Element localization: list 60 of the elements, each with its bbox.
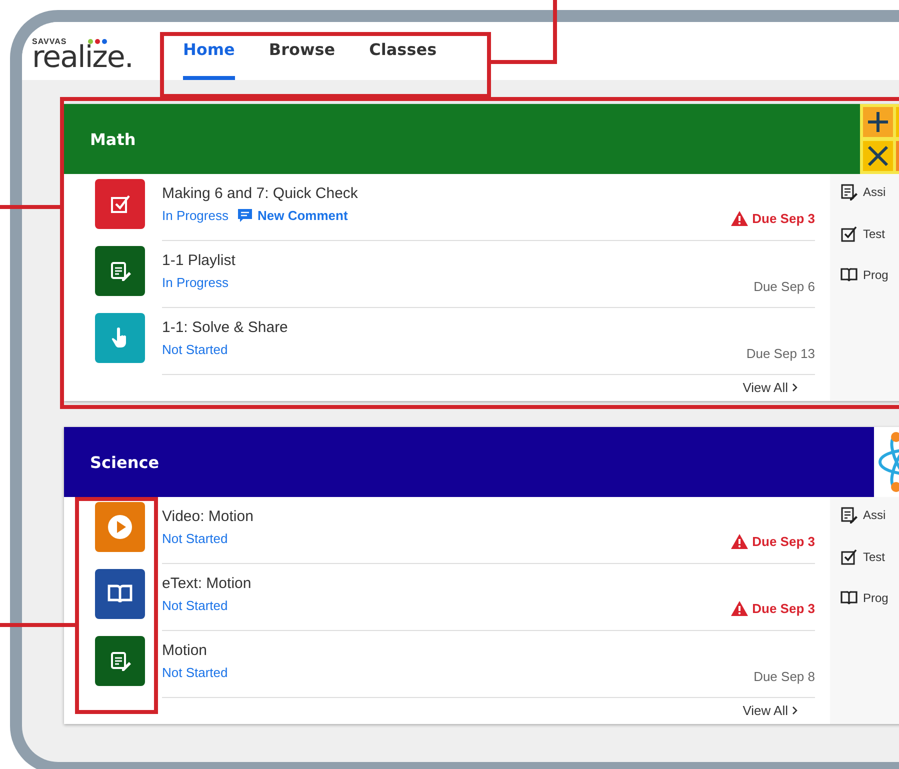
assignment-title[interactable]: Making 6 and 7: Quick Check xyxy=(162,185,815,202)
document-pencil-icon xyxy=(109,650,131,672)
book-icon xyxy=(840,267,858,283)
document-pencil-icon xyxy=(840,183,858,201)
color-dots-icon xyxy=(88,39,107,44)
playlist-tile[interactable] xyxy=(95,636,145,686)
etext-tile[interactable] xyxy=(95,569,145,619)
warning-icon xyxy=(731,211,748,226)
brand-name: SAVVAS xyxy=(32,38,67,46)
assignment-title[interactable]: eText: Motion xyxy=(162,575,815,592)
course-title: Math xyxy=(90,130,137,148)
nav-tab[interactable]: Classes xyxy=(369,22,437,80)
warning-icon xyxy=(731,601,748,616)
checkbox-icon xyxy=(840,225,858,243)
due-date: Due Sep 6 xyxy=(754,278,815,294)
overdue-date: Due Sep 3 xyxy=(731,601,815,616)
side-link[interactable]: Test xyxy=(863,550,886,564)
overdue-date: Due Sep 3 xyxy=(731,534,815,549)
side-link[interactable]: Assi xyxy=(863,185,886,199)
status-text: Not Started xyxy=(162,598,228,613)
nav-tab[interactable]: Browse xyxy=(268,22,336,80)
quiz-tile[interactable] xyxy=(95,179,145,229)
assignment-title[interactable]: Motion xyxy=(162,642,815,659)
book-icon xyxy=(107,583,133,605)
side-link[interactable]: Test xyxy=(863,227,886,241)
status-text: In Progress xyxy=(162,275,228,290)
checkbox-icon xyxy=(109,193,131,215)
play-icon xyxy=(107,514,133,540)
status-text: Not Started xyxy=(162,342,228,357)
chevron-right-icon xyxy=(792,706,798,715)
due-date: Due Sep 13 xyxy=(746,346,815,360)
course-title: Science xyxy=(90,452,160,472)
status-text: Not Started xyxy=(162,531,228,546)
assignment-title[interactable]: Video: Motion xyxy=(162,508,815,525)
side-link[interactable]: Assi xyxy=(863,508,886,522)
document-pencil-icon xyxy=(109,260,131,282)
nav-tab[interactable]: Home xyxy=(183,22,235,80)
checkbox-icon xyxy=(840,548,858,566)
status-text: In Progress xyxy=(162,208,228,223)
leader-line xyxy=(0,205,60,209)
assignment-title[interactable]: 1-1: Solve & Share xyxy=(162,319,815,336)
playlist-tile[interactable] xyxy=(95,246,145,296)
assignment-title[interactable]: 1-1 Playlist xyxy=(162,252,815,269)
side-link[interactable]: Prog xyxy=(863,591,888,605)
warning-icon xyxy=(731,534,748,549)
logo-text: realize. xyxy=(32,46,134,70)
view-all-link[interactable]: View All xyxy=(742,703,788,718)
chevron-right-icon xyxy=(792,383,798,392)
interactive-tile[interactable] xyxy=(95,313,145,363)
leader-line xyxy=(490,0,557,64)
status-text: Not Started xyxy=(162,665,228,680)
document-pencil-icon xyxy=(840,506,858,524)
comment-link[interactable]: New Comment xyxy=(238,208,348,223)
due-date: Due Sep 8 xyxy=(754,668,815,684)
side-link[interactable]: Prog xyxy=(863,268,888,282)
book-icon xyxy=(840,590,858,606)
overdue-date: Due Sep 3 xyxy=(731,211,815,226)
view-all-link[interactable]: View All xyxy=(742,380,788,395)
video-tile[interactable] xyxy=(95,502,145,552)
comment-icon xyxy=(238,209,252,222)
